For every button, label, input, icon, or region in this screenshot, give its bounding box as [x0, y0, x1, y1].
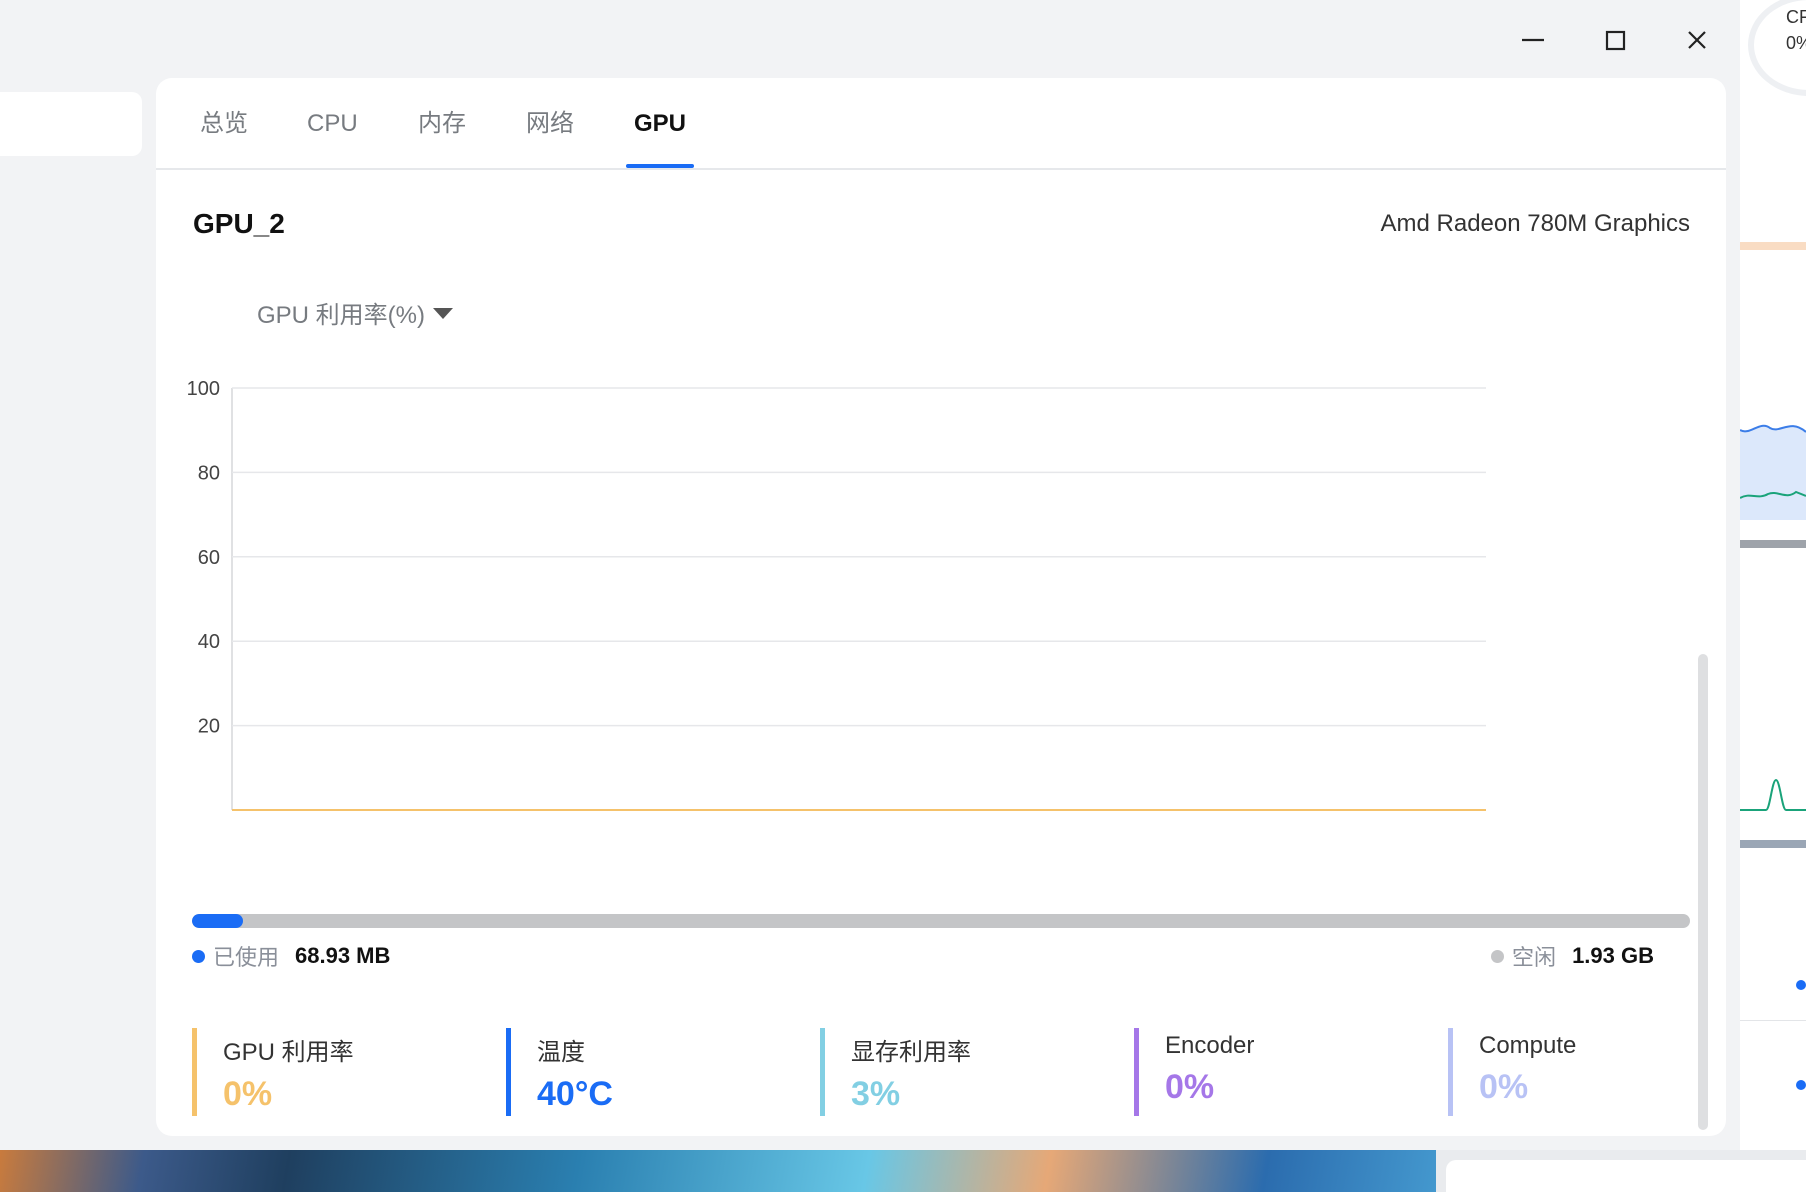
close-icon	[1688, 31, 1706, 49]
caret-down-icon	[433, 308, 453, 319]
stat-label: Encoder	[1165, 1032, 1255, 1059]
stats-row: GPU 利用率 0% 温度 40°C 显存利用率 3% Encoder 0% C…	[192, 1028, 1690, 1116]
y-tick-label: 100	[187, 378, 220, 400]
metric-dropdown[interactable]: GPU 利用率(%)	[257, 295, 453, 330]
y-tick-label: 80	[198, 462, 220, 484]
stat-compute: Compute 0%	[1448, 1028, 1576, 1116]
background-bar	[1740, 540, 1806, 548]
minimize-icon	[1522, 38, 1544, 42]
stat-label: 温度	[537, 1039, 585, 1066]
memory-used-label: 已使用	[213, 945, 280, 970]
stat-value: 0%	[223, 1075, 273, 1113]
background-card	[1436, 1150, 1806, 1192]
maximize-icon	[1605, 30, 1626, 51]
background-divider	[1740, 1020, 1806, 1021]
resource-monitor-window: 总览 CPU 内存 网络 GPU GPU_2 Amd Radeon 780M G…	[0, 0, 1738, 1150]
gpu-panel: 总览 CPU 内存 网络 GPU GPU_2 Amd Radeon 780M G…	[156, 78, 1726, 1136]
stat-label: GPU 利用率	[223, 1039, 354, 1066]
background-app-panel: CF0%	[1740, 0, 1806, 1150]
stat-value: 40°C	[537, 1075, 613, 1113]
stat-label: Compute	[1479, 1032, 1577, 1059]
gpu-name: GPU_2	[193, 208, 285, 239]
window-controls	[1492, 20, 1738, 60]
stat-gpu-usage: GPU 利用率 0%	[192, 1028, 354, 1116]
memory-used: 已使用 68.93 MB	[192, 940, 390, 972]
y-tick-label: 40	[198, 631, 220, 653]
maximize-button[interactable]	[1574, 20, 1656, 60]
stat-value: 0%	[1479, 1068, 1529, 1106]
tab-bar: 总览 CPU 内存 网络 GPU	[156, 78, 1726, 170]
memory-free-value: 1.93 GB	[1572, 943, 1654, 968]
background-sparkline	[1740, 778, 1806, 811]
memory-free: 空闲 1.93 GB	[1491, 940, 1654, 972]
stat-encoder: Encoder 0%	[1134, 1028, 1254, 1116]
y-tick-label: 60	[198, 547, 220, 569]
gpu-model: Amd Radeon 780M Graphics	[1380, 210, 1691, 237]
y-tick-label: 20	[198, 716, 220, 738]
background-cpu-ring-label: CF0%	[1786, 7, 1806, 53]
tab-gpu[interactable]: GPU	[625, 78, 695, 168]
background-bar	[1740, 840, 1806, 848]
memory-used-value: 68.93 MB	[295, 943, 391, 968]
stat-value: 3%	[851, 1075, 901, 1113]
stat-value: 0%	[1165, 1068, 1215, 1106]
gpu-usage-chart: 100 80 60 40 20	[187, 378, 1486, 811]
memory-free-label: 空闲	[1512, 945, 1557, 970]
memory-usage-bar	[192, 914, 1690, 928]
background-sparkline	[1740, 424, 1806, 520]
stat-label: 显存利用率	[851, 1039, 971, 1066]
tab-network[interactable]: 网络	[526, 78, 574, 168]
used-legend-dot	[192, 949, 205, 963]
tab-memory[interactable]: 内存	[418, 78, 466, 168]
tab-cpu[interactable]: CPU	[307, 78, 358, 168]
minimize-button[interactable]	[1492, 20, 1574, 60]
tab-overview[interactable]: 总览	[200, 78, 248, 168]
metric-dropdown-label: GPU 利用率(%)	[257, 302, 425, 329]
vertical-scrollbar[interactable]	[1698, 654, 1708, 1130]
stat-vram-usage: 显存利用率 3%	[820, 1028, 971, 1116]
free-legend-dot	[1491, 949, 1505, 963]
memory-usage-bar-fill	[192, 914, 243, 928]
left-panel-fragment	[0, 92, 142, 156]
stat-temperature: 温度 40°C	[506, 1028, 613, 1116]
background-dot	[1796, 980, 1806, 990]
close-button[interactable]	[1656, 20, 1738, 60]
background-dot	[1796, 1080, 1806, 1090]
background-bar	[1740, 242, 1806, 250]
